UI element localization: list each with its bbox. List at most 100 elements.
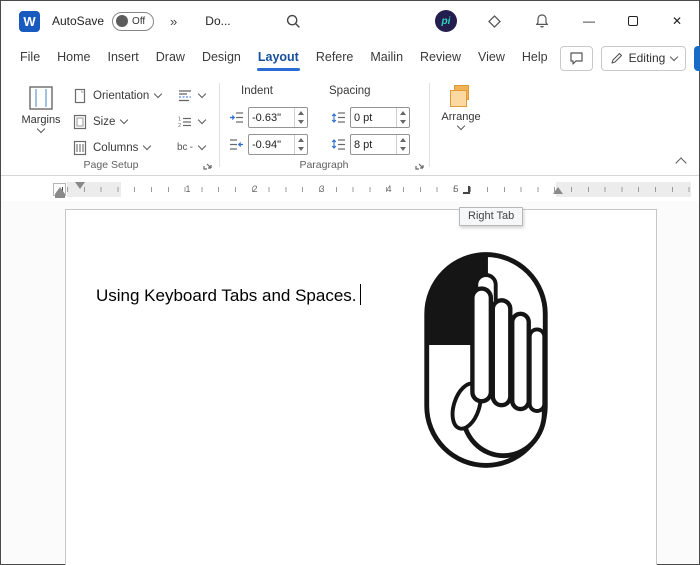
titlebar: W AutoSave Off » Do... pi — ✕ xyxy=(1,1,699,41)
tab-review[interactable]: Review xyxy=(415,43,466,73)
tab-home[interactable]: Home xyxy=(52,43,95,73)
breaks-icon xyxy=(179,89,191,101)
maximize-icon xyxy=(628,16,638,26)
ruler-ticks xyxy=(67,187,691,192)
ruler-number: 2 xyxy=(252,184,258,194)
editing-label: Editing xyxy=(628,51,666,65)
spin-down-button[interactable] xyxy=(397,145,409,155)
spacing-after-field xyxy=(350,134,410,155)
page-setup-dialog-launcher[interactable] xyxy=(201,158,214,171)
svg-text:1: 1 xyxy=(178,116,181,122)
hyphenation-dropdown[interactable]: bc - xyxy=(177,135,207,160)
ruler-number: 3 xyxy=(319,184,325,194)
spacing-after-spinners xyxy=(396,135,409,154)
chevron-down-icon xyxy=(670,52,679,61)
spin-up-button[interactable] xyxy=(397,108,409,118)
word-window: W AutoSave Off » Do... pi — ✕ File Home … xyxy=(0,0,700,565)
margins-icon xyxy=(29,86,53,110)
tab-layout[interactable]: Layout xyxy=(253,43,304,73)
spacing-after-input[interactable] xyxy=(351,135,396,154)
autosave-toggle[interactable]: Off xyxy=(112,11,155,31)
right-indent-marker[interactable] xyxy=(553,187,563,194)
orientation-label: Orientation xyxy=(93,89,150,102)
editing-dropdown[interactable]: Editing xyxy=(600,45,687,71)
arrange-button[interactable]: Arrange xyxy=(433,83,489,131)
chevron-down-icon xyxy=(456,121,466,131)
indent-right-input[interactable] xyxy=(249,135,294,154)
hanging-indent-marker[interactable] xyxy=(55,187,65,194)
spacing-before-field xyxy=(350,107,410,128)
tab-design[interactable]: Design xyxy=(197,43,246,73)
size-dropdown[interactable]: Size xyxy=(73,109,129,134)
page[interactable]: Using Keyboard Tabs and Spaces. xyxy=(65,209,657,565)
tab-help[interactable]: Help xyxy=(517,43,553,73)
chevron-down-icon xyxy=(143,141,152,151)
ruler-number: 4 xyxy=(386,184,392,194)
search-icon[interactable] xyxy=(283,10,305,32)
margins-button[interactable]: Margins xyxy=(13,83,69,134)
autosave-label: AutoSave xyxy=(52,14,105,28)
indent-label: Indent xyxy=(241,85,273,97)
horizontal-ruler[interactable]: 1 2 3 4 5 xyxy=(53,179,691,200)
chevron-down-icon xyxy=(36,124,46,134)
minimize-button[interactable]: — xyxy=(567,1,611,41)
hyphenation-icon: bc xyxy=(177,142,188,153)
word-logo[interactable]: W xyxy=(19,10,40,32)
arrange-icon xyxy=(450,85,472,108)
spin-down-button[interactable] xyxy=(397,118,409,128)
document-text-line: Using Keyboard Tabs and Spaces. xyxy=(96,284,362,306)
collapse-ribbon-button[interactable] xyxy=(675,157,687,169)
addin-pi-icon[interactable]: pi xyxy=(435,10,457,32)
right-tab-stop-marker[interactable] xyxy=(463,186,470,194)
indent-right-spinners xyxy=(294,135,307,154)
first-line-indent-marker[interactable] xyxy=(75,182,85,189)
spin-up-button[interactable] xyxy=(397,135,409,145)
tab-references[interactable]: Refere xyxy=(311,43,359,73)
document-area: Using Keyboard Tabs and Spaces. xyxy=(1,201,699,565)
spacing-after-icon xyxy=(331,139,345,150)
spacing-label: Spacing xyxy=(329,85,371,97)
tab-draw[interactable]: Draw xyxy=(151,43,190,73)
indent-right-field xyxy=(248,134,308,155)
paragraph-dialog-launcher[interactable] xyxy=(413,158,426,171)
document-name[interactable]: Do... xyxy=(205,14,230,28)
share-button[interactable] xyxy=(694,45,700,71)
addin-diamond-icon[interactable] xyxy=(483,10,505,32)
notifications-bell-icon[interactable] xyxy=(531,10,553,32)
group-divider xyxy=(429,83,430,167)
document-text: Using Keyboard Tabs and Spaces. xyxy=(96,286,357,305)
spin-up-button[interactable] xyxy=(295,135,307,145)
tabrow-right: Editing xyxy=(559,45,700,71)
spin-down-button[interactable] xyxy=(295,118,307,128)
line-numbers-dropdown[interactable]: 12 xyxy=(177,109,207,134)
spacing-before-input[interactable] xyxy=(351,108,396,127)
close-button[interactable]: ✕ xyxy=(655,1,699,41)
paragraph-group-label: Paragraph xyxy=(299,159,349,171)
spin-up-button[interactable] xyxy=(295,108,307,118)
comments-button[interactable] xyxy=(559,45,593,71)
indent-right-icon xyxy=(230,139,243,150)
breaks-dropdown[interactable] xyxy=(177,83,207,108)
columns-icon xyxy=(73,140,87,155)
line-numbers-icon: 12 xyxy=(178,116,191,129)
indent-left-icon xyxy=(230,112,243,123)
ruler-number: 5 xyxy=(453,184,459,194)
autosave-state: Off xyxy=(132,15,146,27)
orientation-dropdown[interactable]: Orientation xyxy=(73,83,163,108)
spin-down-button[interactable] xyxy=(295,145,307,155)
indent-left-input[interactable] xyxy=(249,108,294,127)
tab-file[interactable]: File xyxy=(15,43,45,73)
maximize-button[interactable] xyxy=(611,1,655,41)
svg-text:2: 2 xyxy=(178,123,181,129)
spacing-before-icon xyxy=(331,112,345,123)
tab-view[interactable]: View xyxy=(473,43,510,73)
overflow-chevron-icon[interactable]: » xyxy=(170,14,177,29)
toggle-knob-icon xyxy=(116,15,129,27)
ruler-number: 1 xyxy=(185,184,191,194)
columns-dropdown[interactable]: Columns xyxy=(73,135,152,160)
tab-mailings[interactable]: Mailin xyxy=(365,43,408,73)
tab-insert[interactable]: Insert xyxy=(103,43,144,73)
left-indent-marker[interactable] xyxy=(55,194,65,198)
ribbon: Margins Orientation Size Columns 12 bc -… xyxy=(1,75,699,176)
mouse-image[interactable] xyxy=(418,244,558,479)
